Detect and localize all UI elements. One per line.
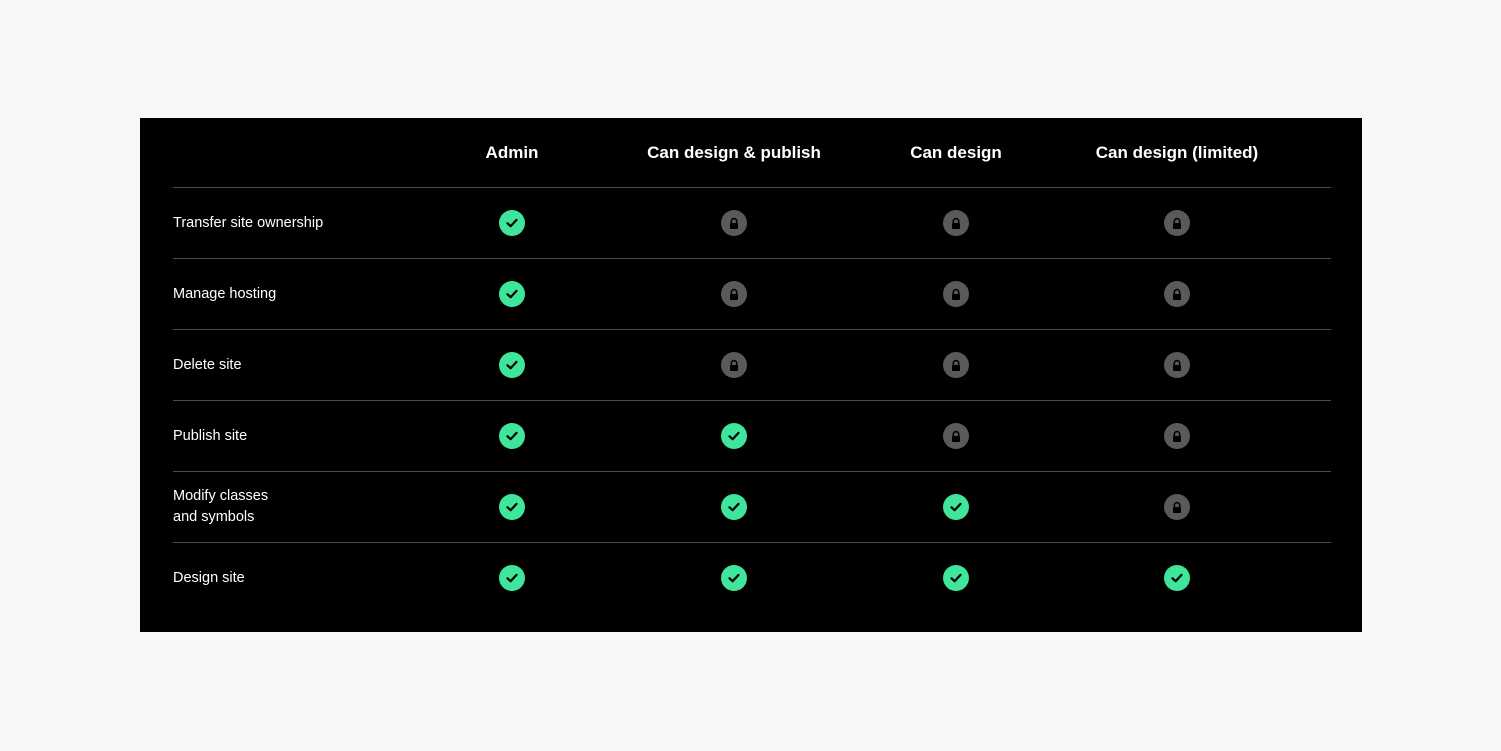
check-icon [499,210,525,236]
row-label: Publish site [173,427,248,444]
table-row: Delete site [173,330,1331,401]
permission-cell [1164,330,1190,400]
permission-cell [499,543,525,613]
permission-cell [1164,543,1190,613]
row-label: Transfer site ownership [173,214,324,231]
table-row: Manage hosting [173,259,1331,330]
permission-cell [1164,188,1190,258]
check-icon [721,565,747,591]
lock-icon [943,210,969,236]
table-row: Design site [173,543,1331,613]
table-row: Modify classes and symbols [173,472,1331,543]
row-label: Delete site [173,356,242,373]
check-icon [499,494,525,520]
check-icon [721,494,747,520]
permission-cell [721,330,747,400]
permission-cell [943,401,969,471]
table-row: Transfer site ownership [173,188,1331,259]
permission-cell [499,401,525,471]
column-header-can-design-limited: Can design (limited) [1095,142,1259,162]
lock-icon [721,210,747,236]
lock-icon [943,281,969,307]
lock-icon [721,352,747,378]
lock-icon [1164,423,1190,449]
column-header-admin: Admin [485,142,539,162]
permission-cell [1164,472,1190,542]
permission-cell [499,188,525,258]
lock-icon [721,281,747,307]
check-icon [943,494,969,520]
lock-icon [943,423,969,449]
permission-cell [1164,259,1190,329]
permission-cell [943,330,969,400]
check-icon [499,565,525,591]
lock-icon [1164,210,1190,236]
check-icon [943,565,969,591]
check-icon [499,352,525,378]
permission-cell [499,330,525,400]
table-row: Publish site [173,401,1331,472]
lock-icon [943,352,969,378]
permissions-panel: Admin Can design & publish Can design Ca… [140,118,1362,632]
permission-cell [943,543,969,613]
permission-cell [943,259,969,329]
lock-icon [1164,281,1190,307]
table-body: Transfer site ownership Manage hosting Del… [173,188,1331,613]
permission-cell [1164,401,1190,471]
permission-cell [943,472,969,542]
column-header-can-design: Can design [910,142,1002,162]
permissions-table: Admin Can design & publish Can design Ca… [173,118,1331,613]
check-icon [1164,565,1190,591]
row-label: Manage hosting [173,285,277,302]
column-header-can-design-publish: Can design & publish [647,142,821,162]
lock-icon [1164,494,1190,520]
permission-cell [943,188,969,258]
permission-cell [499,259,525,329]
check-icon [499,281,525,307]
table-header-row: Admin Can design & publish Can design Ca… [173,118,1331,188]
permission-cell [499,472,525,542]
lock-icon [1164,352,1190,378]
permission-cell [721,472,747,542]
permission-cell [721,259,747,329]
row-label: Design site [173,569,245,586]
check-icon [499,423,525,449]
row-label: Modify classes and symbols [173,488,269,525]
permission-cell [721,401,747,471]
permission-cell [721,543,747,613]
check-icon [721,423,747,449]
permission-cell [721,188,747,258]
